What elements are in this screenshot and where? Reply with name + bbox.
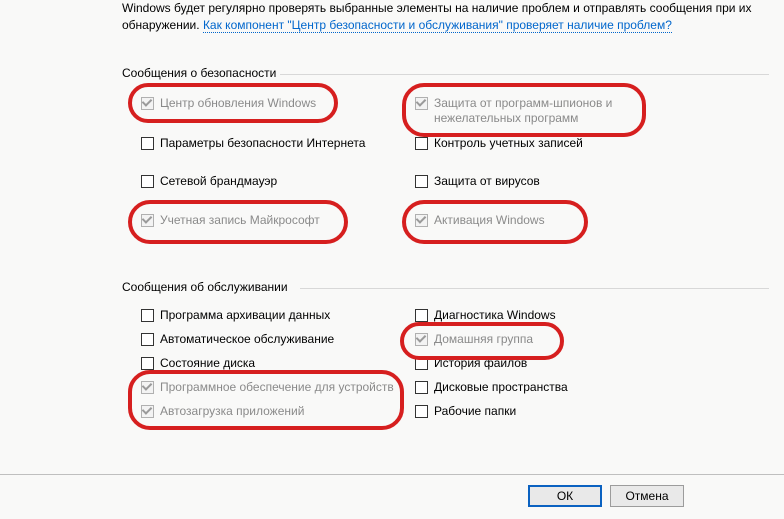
checkbox-uac[interactable]: Контроль учетных записей (415, 136, 665, 151)
checkbox-label: Программа архивации данных (160, 308, 330, 323)
checkbox-box (415, 357, 428, 370)
checkbox-box (141, 357, 154, 370)
checkbox-label: Защита от программ-шпионов и нежелательн… (434, 96, 612, 126)
checkbox-label: Защита от вирусов (434, 174, 540, 189)
checkbox-label: Контроль учетных записей (434, 136, 583, 151)
checkbox-box (415, 333, 428, 346)
checkbox-diagnostics[interactable]: Диагностика Windows (415, 308, 675, 323)
checkbox-auto-maintenance[interactable]: Автоматическое обслуживание (141, 332, 401, 347)
checkbox-label: Рабочие папки (434, 404, 516, 419)
checkbox-internet-security[interactable]: Параметры безопасности Интернета (141, 136, 391, 151)
button-bar: ОК Отмена (528, 485, 684, 507)
highlight-device-startup (128, 370, 404, 430)
checkbox-windows-update: Центр обновления Windows (141, 96, 391, 111)
checkbox-box (415, 214, 428, 227)
checkbox-box (141, 97, 154, 110)
checkbox-startup-apps: Автозагрузка приложений (141, 404, 401, 419)
security-section-title: Сообщения о безопасности (122, 66, 276, 80)
intro-help-link[interactable]: Как компонент "Центр безопасности и обсл… (203, 18, 672, 33)
checkbox-label: Дисковые пространства (434, 380, 568, 395)
maintenance-divider (300, 288, 769, 289)
ok-button[interactable]: ОК (528, 485, 602, 507)
checkbox-label: Состояние диска (160, 356, 255, 371)
checkbox-box (141, 405, 154, 418)
checkbox-label: Сетевой брандмауэр (160, 174, 277, 189)
checkbox-box (415, 175, 428, 188)
checkbox-label: Активация Windows (434, 213, 545, 228)
checkbox-firewall[interactable]: Сетевой брандмауэр (141, 174, 391, 189)
checkbox-box (141, 333, 154, 346)
checkbox-box (415, 381, 428, 394)
checkbox-homegroup: Домашняя группа (415, 332, 675, 347)
checkbox-label: История файлов (434, 356, 527, 371)
checkbox-box (415, 137, 428, 150)
checkbox-disk-state[interactable]: Состояние диска (141, 356, 401, 371)
checkbox-spyware-protection: Защита от программ-шпионов и нежелательн… (415, 96, 665, 126)
checkbox-device-software: Программное обеспечение для устройств (141, 380, 401, 395)
checkbox-work-folders[interactable]: Рабочие папки (415, 404, 675, 419)
cancel-button[interactable]: Отмена (610, 485, 684, 507)
checkbox-box (141, 381, 154, 394)
checkbox-box (415, 97, 428, 110)
checkbox-label: Параметры безопасности Интернета (160, 136, 365, 151)
checkbox-label: Автоматическое обслуживание (160, 332, 334, 347)
checkbox-storage-spaces[interactable]: Дисковые пространства (415, 380, 675, 395)
checkbox-microsoft-account: Учетная запись Майкрософт (141, 213, 391, 228)
checkbox-file-history[interactable]: История файлов (415, 356, 675, 371)
bottom-separator (0, 474, 784, 475)
checkbox-label: Центр обновления Windows (160, 96, 316, 111)
maintenance-section-title: Сообщения об обслуживании (122, 280, 288, 294)
checkbox-box (141, 137, 154, 150)
checkbox-label: Учетная запись Майкрософт (160, 213, 320, 228)
checkbox-label: Программное обеспечение для устройств (160, 380, 394, 395)
checkbox-box (141, 309, 154, 322)
checkbox-backup[interactable]: Программа архивации данных (141, 308, 401, 323)
checkbox-label: Диагностика Windows (434, 308, 556, 323)
checkbox-box (415, 405, 428, 418)
checkbox-box (415, 309, 428, 322)
checkbox-box (141, 175, 154, 188)
intro-text: Windows будет регулярно проверять выбран… (122, 0, 752, 35)
security-divider (280, 74, 769, 75)
checkbox-label: Домашняя группа (434, 332, 533, 347)
checkbox-activation: Активация Windows (415, 213, 665, 228)
checkbox-box (141, 214, 154, 227)
checkbox-label: Автозагрузка приложений (160, 404, 304, 419)
checkbox-virus-protection[interactable]: Защита от вирусов (415, 174, 665, 189)
